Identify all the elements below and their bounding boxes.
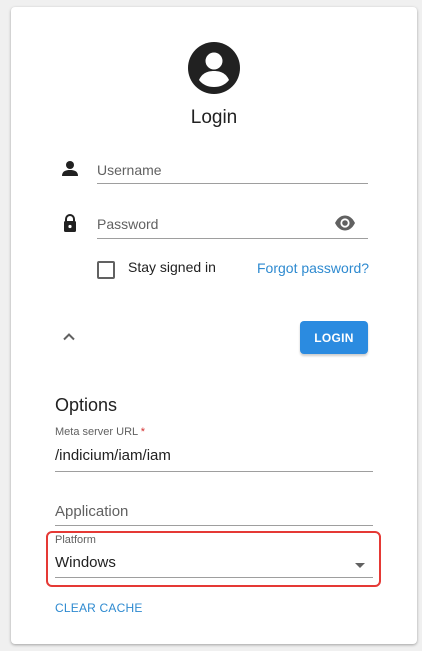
login-title: Login xyxy=(190,107,238,128)
platform-label: Platform xyxy=(55,534,96,546)
username-underline xyxy=(97,183,368,184)
application-underline xyxy=(55,525,373,526)
chevron-up-icon[interactable] xyxy=(60,328,78,346)
platform-underline xyxy=(55,577,373,578)
username-input[interactable] xyxy=(97,157,368,183)
options-title: Options xyxy=(55,395,118,415)
visibility-icon[interactable] xyxy=(334,212,356,234)
login-button[interactable]: LOGIN xyxy=(300,321,368,354)
login-card: Login Stay signed in Forgot password? xyxy=(11,7,417,644)
forgot-password-link[interactable]: Forgot password? xyxy=(257,260,369,276)
platform-value: Windows xyxy=(55,554,116,571)
clear-cache-button[interactable]: CLEAR CACHE xyxy=(55,601,143,615)
stay-signed-in-label: Stay signed in xyxy=(128,259,216,275)
password-input[interactable] xyxy=(97,211,332,237)
password-underline xyxy=(97,238,368,239)
account-circle-icon xyxy=(188,42,240,94)
required-marker: * xyxy=(140,426,146,438)
meta-server-url-underline xyxy=(55,471,373,472)
person-icon xyxy=(60,159,80,179)
meta-server-url-label-text: Meta server URL xyxy=(55,426,138,438)
meta-server-url-label: Meta server URL * xyxy=(55,426,145,438)
lock-icon xyxy=(60,213,80,233)
caret-down-icon[interactable] xyxy=(355,563,365,568)
meta-server-url-input[interactable]: /indicium/iam/iam xyxy=(55,447,171,464)
application-input[interactable] xyxy=(55,499,373,523)
stay-signed-in-checkbox[interactable] xyxy=(97,261,115,279)
